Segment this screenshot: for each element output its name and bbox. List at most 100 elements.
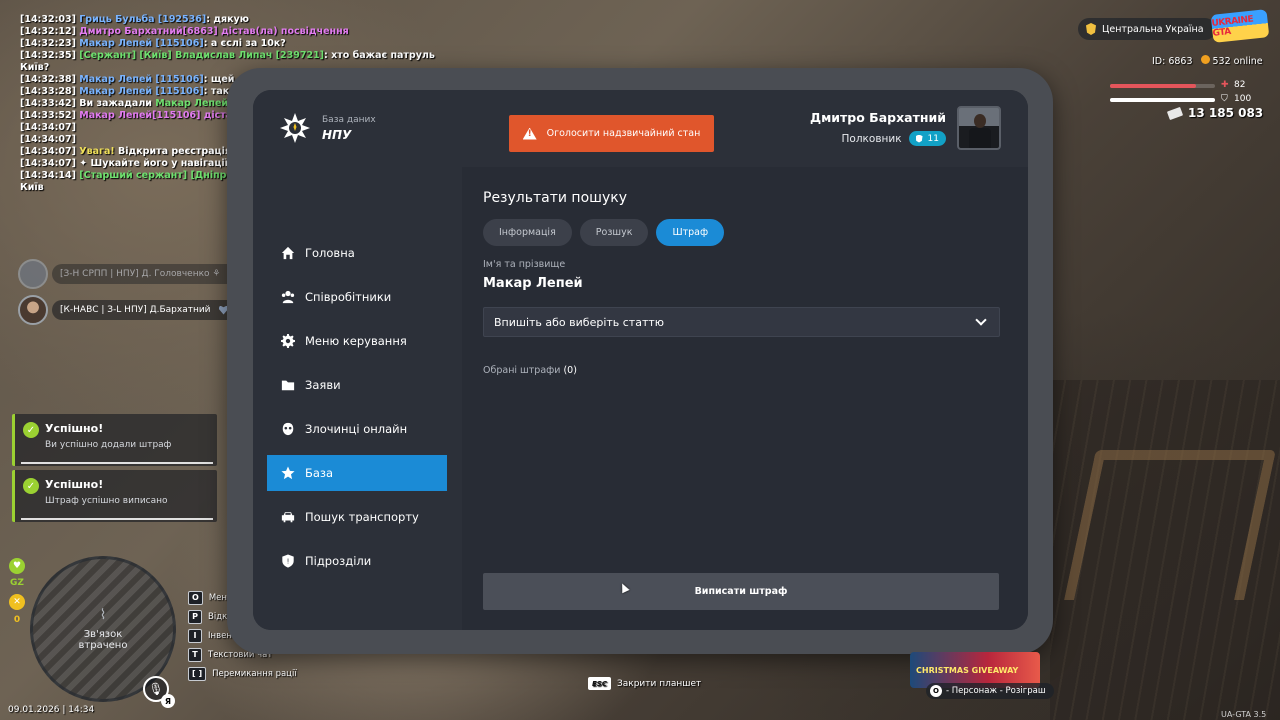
tab-1[interactable]: Розшук xyxy=(579,219,649,246)
player-id-line: ID: 6863 532 online xyxy=(1152,55,1263,67)
notification-text: Ви успішно додали штраф xyxy=(45,440,172,450)
chat-segment: [14:34:07] xyxy=(20,146,80,157)
player-id: ID: 6863 xyxy=(1152,55,1193,67)
sidebar-item-star[interactable]: База xyxy=(267,455,447,491)
sidebar-item-label: База xyxy=(305,466,334,480)
notification-progress xyxy=(21,518,213,520)
chat-segment: Макар Лепей xyxy=(155,98,229,109)
notification-text: Штраф успішно виписано xyxy=(45,496,168,506)
sidebar-item-mask[interactable]: Злочинці онлайн xyxy=(267,411,447,447)
mask-icon xyxy=(281,422,295,436)
chat-segment: [Сержант] [Київ] Владислав Липач [239721… xyxy=(79,50,325,61)
database-subtitle: База даних xyxy=(322,115,376,125)
chat-segment: [14:32:03] xyxy=(20,14,80,25)
chat-segment: Макар Лепей [115106] xyxy=(79,74,204,85)
chat-segment: [14:34:07] xyxy=(20,122,76,133)
sidebar-item-home[interactable]: Головна xyxy=(267,235,447,271)
chat-segment: Макар Лепей [115106] xyxy=(79,86,204,97)
sidebar-item-shield[interactable]: ! Підрозділи xyxy=(267,543,447,579)
name-value: Макар Лепей xyxy=(483,276,583,291)
keybind-label: Перемикання рації xyxy=(212,668,297,679)
chosen-fines-count: (0) xyxy=(563,365,577,376)
check-icon: ✓ xyxy=(23,422,39,438)
result-tabs: Інформація Розшук Штраф xyxy=(483,219,725,246)
gz-label: GZ xyxy=(10,578,24,588)
promo-hint: O - Персонаж - Розіграш xyxy=(926,683,1054,699)
rank-shield-icon xyxy=(915,134,923,143)
gear-icon xyxy=(281,334,295,348)
chat-segment: [14:34:14] xyxy=(20,170,80,181)
keybind-key: O xyxy=(188,590,203,605)
health-bar xyxy=(1110,84,1215,88)
chat-segment: [14:32:35] xyxy=(20,50,80,61)
chosen-fines: Обрані штрафи (0) xyxy=(483,365,577,376)
notification-title: Успішно! xyxy=(45,422,104,435)
region-indicator: Центральна Україна xyxy=(1078,18,1216,40)
chat-segment: [14:33:52] xyxy=(20,110,80,121)
avatar xyxy=(18,259,48,289)
user-rank-line: Полковник 11 xyxy=(842,131,946,146)
armor-icon: ⛉ xyxy=(1221,94,1228,104)
car-icon xyxy=(281,510,295,524)
sidebar-item-label: Злочинці онлайн xyxy=(305,422,408,436)
chosen-fines-label: Обрані штрафи xyxy=(483,365,561,376)
money-value: 13 185 083 xyxy=(1188,106,1264,120)
online-count: 532 online xyxy=(1200,55,1263,67)
tab-0[interactable]: Інформація xyxy=(483,219,572,246)
chat-line: [14:32:12] Дмитро Бархатний[6863] дістав… xyxy=(20,26,400,38)
sidebar-item-car[interactable]: Пошук транспорту xyxy=(267,499,447,535)
sidebar-item-label: Підрозділи xyxy=(305,554,372,568)
money-icon xyxy=(1166,106,1184,120)
sidebar-nav: Головна Співробітники Меню керування Заяви З… xyxy=(267,235,447,587)
close-tablet-hint: ESC Закрити планшет xyxy=(588,677,701,690)
wanted-status-icon: ✕ xyxy=(9,594,25,610)
online-icon xyxy=(1200,55,1210,64)
keybind-key: P xyxy=(188,609,202,624)
chat-segment: : а єслі за 10к? xyxy=(203,38,286,49)
user-rank: Полковник xyxy=(841,132,902,145)
sidebar-item-label: Пошук транспорту xyxy=(305,510,419,524)
chat-segment: Ви зажадали xyxy=(79,98,156,109)
user-name: Дмитро Бархатний xyxy=(809,110,946,125)
health-value: 82 xyxy=(1234,80,1246,90)
radio-member-label: [К-НАВС | З-L НПУ] Д.Бархатний xyxy=(60,305,211,315)
star-icon xyxy=(281,466,295,480)
background-chair xyxy=(1064,450,1276,600)
wanted-count: 0 xyxy=(13,615,21,625)
database-title: НПУ xyxy=(322,128,352,142)
chat-line: [14:32:03] Гриць Бульба [192536]: дякую xyxy=(20,14,400,26)
tablet-header: База даних НПУ Оголосити надзвичайний ст… xyxy=(253,90,1028,167)
sidebar-item-users[interactable]: Співробітники xyxy=(267,279,447,315)
svg-text:!: ! xyxy=(287,558,290,566)
shield-icon: ! xyxy=(281,554,295,568)
armor-value: 100 xyxy=(1234,94,1252,104)
article-select[interactable]: Впишіть або виберіть статтю xyxy=(483,307,1000,337)
notification-success: ✓ Успішно! Ви успішно додали штраф xyxy=(12,414,217,466)
rank-badge: 11 xyxy=(908,131,946,146)
tablet-screen: База даних НПУ Оголосити надзвичайний ст… xyxy=(253,90,1028,630)
close-tablet-label: Закрити планшет xyxy=(616,678,702,689)
chat-segment: ✦ Шукайте його у навігації: xyxy=(79,158,235,169)
sidebar-item-label: Заяви xyxy=(305,378,341,392)
keybind-key: I xyxy=(188,628,202,643)
sidebar-item-gear[interactable]: Меню керування xyxy=(267,323,447,359)
chat-segment: Київ xyxy=(20,182,44,193)
notification-title: Успішно! xyxy=(45,478,104,491)
notification-progress xyxy=(21,462,213,464)
promo-key: O xyxy=(930,685,942,697)
emergency-button[interactable]: Оголосити надзвичайний стан xyxy=(509,115,714,152)
armor-bar xyxy=(1110,98,1215,102)
chat-segment: [14:34:07] xyxy=(20,134,76,145)
sidebar-item-folder[interactable]: Заяви xyxy=(267,367,447,403)
chat-segment: Київ? xyxy=(20,62,50,73)
tab-2[interactable]: Штраф xyxy=(656,219,725,246)
avatar xyxy=(957,106,1001,150)
chat-line: [14:32:23] Макар Лепей [115106]: а єслі … xyxy=(20,38,400,50)
chat-segment: Гриць Бульба [192536] xyxy=(79,14,207,25)
region-shield-icon xyxy=(1086,23,1096,35)
issue-fine-button[interactable]: Виписати штраф xyxy=(483,573,999,610)
chat-segment: Дмитро Бархатний[6863] дістав(ла) посвід… xyxy=(79,26,349,37)
article-select-placeholder: Впишіть або виберіть статтю xyxy=(494,315,665,329)
mic-key-badge: Я xyxy=(161,694,175,708)
chevron-down-icon xyxy=(975,314,987,326)
